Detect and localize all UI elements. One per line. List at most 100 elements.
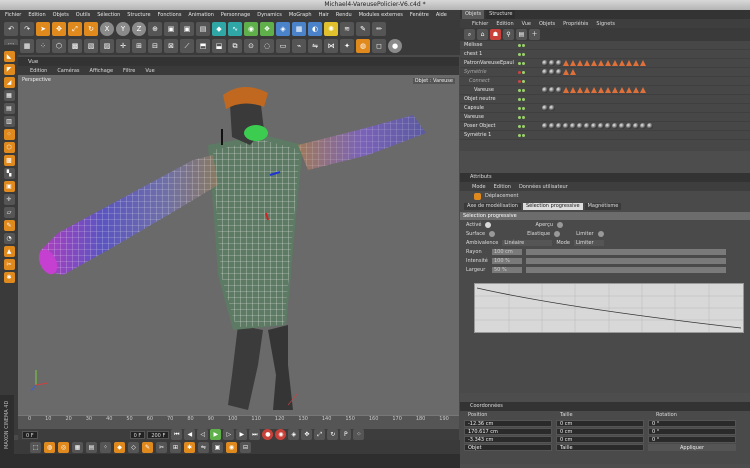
menu-item-12[interactable]: Rendu <box>336 12 352 18</box>
keyframe-selection-icon[interactable]: ◈ <box>288 429 300 440</box>
size-mode-select[interactable]: Taille <box>556 443 644 451</box>
material-tag-icon[interactable] <box>549 105 555 111</box>
warning-tag-icon[interactable] <box>584 87 590 93</box>
axis-tool-icon[interactable]: ✛ <box>3 194 15 205</box>
object-row[interactable]: PatronVareuseEpaul <box>460 59 750 68</box>
mode-select[interactable]: Limiter <box>573 239 604 246</box>
om-new-icon[interactable]: ＋ <box>529 29 540 40</box>
material-tag-icon[interactable] <box>647 123 653 129</box>
menu-item-14[interactable]: Fenêtre <box>410 12 429 18</box>
warning-tag-icon[interactable] <box>563 60 569 66</box>
array-icon[interactable]: ❖ <box>260 21 274 36</box>
warning-tag-icon[interactable] <box>577 87 583 93</box>
menu-item-8[interactable]: Personnage <box>221 12 250 18</box>
material-tag-icon[interactable] <box>556 60 562 66</box>
points-tool-icon[interactable]: ⁘ <box>3 129 15 140</box>
visibility-dots[interactable] <box>518 43 532 47</box>
pla-key-icon[interactable]: ⁘ <box>353 429 365 440</box>
polys-tool-icon[interactable]: ▩ <box>3 155 15 166</box>
extrude-icon[interactable]: ⬒ <box>196 39 210 53</box>
editor-visibility-dot[interactable] <box>518 70 521 74</box>
timeline[interactable]: 0 10 20 30 40 50 60 70 80 90 100 110 120 130 140 150 160… <box>18 415 459 429</box>
magnet-icon[interactable]: ⊠ <box>164 39 178 53</box>
rotation-field[interactable]: 0 ° <box>648 419 736 427</box>
end-frame-field[interactable]: 200 F <box>147 430 170 439</box>
menu-item-6[interactable]: Fonctions <box>158 12 182 18</box>
editor-visibility-dot[interactable] <box>518 79 521 83</box>
material-tag-icon[interactable] <box>605 123 611 129</box>
warning-tag-icon[interactable] <box>633 60 639 66</box>
object-row[interactable]: Mélisse <box>460 41 750 50</box>
material-tag-icon[interactable] <box>619 123 625 129</box>
animation-mode-icon[interactable]: ◢ <box>3 77 15 88</box>
elastic-checkbox[interactable] <box>554 230 561 237</box>
position-field[interactable]: -3.343 cm <box>464 435 552 443</box>
object-row[interactable]: Connect <box>460 77 750 86</box>
view-2-icon[interactable]: ▤ <box>3 103 15 114</box>
warning-tag-icon[interactable] <box>619 60 625 66</box>
visibility-dots[interactable] <box>518 115 532 119</box>
editor-visibility-dot[interactable] <box>518 97 521 101</box>
tool-j-icon[interactable]: ✂ <box>156 441 167 453</box>
menu-item-13[interactable]: Modules externes <box>359 12 403 18</box>
tool-o-icon[interactable]: ◉ <box>226 441 237 453</box>
brush-icon[interactable]: ⌁ <box>292 39 306 53</box>
record-key-icon[interactable]: ● <box>262 429 274 440</box>
material-tag-icon[interactable] <box>633 123 639 129</box>
attr-tab-1[interactable]: Sélection progressive <box>522 203 583 210</box>
start-frame-field[interactable]: 0 F <box>129 430 146 439</box>
editor-visibility-dot[interactable] <box>518 115 521 119</box>
play-icon[interactable]: ▶ <box>210 429 222 440</box>
viewport-menu-item-0[interactable]: Edition <box>30 68 47 74</box>
object-row[interactable]: Symétrie <box>460 68 750 77</box>
material-tag-icon[interactable] <box>598 123 604 129</box>
om-menu-item-2[interactable]: Vue <box>522 21 531 27</box>
strength-slider[interactable] <box>526 257 726 264</box>
warning-tag-icon[interactable] <box>626 60 632 66</box>
position-field[interactable]: -12.36 cm <box>464 419 552 427</box>
editor-visibility-dot[interactable] <box>518 61 521 65</box>
active-checkbox[interactable] <box>485 221 492 228</box>
menu-item-0[interactable]: Fichier <box>5 12 21 18</box>
menu-item-10[interactable]: MoGraph <box>289 12 312 18</box>
attr-menu-item-2[interactable]: Données utilisateur <box>519 184 568 190</box>
viewport-menu-item-2[interactable]: Affichage <box>90 68 114 74</box>
render-visibility-dot[interactable] <box>522 88 525 92</box>
menu-item-5[interactable]: Structure <box>127 12 150 18</box>
coordinate-system-icon[interactable]: ⊕ <box>148 21 162 36</box>
editor-visibility-dot[interactable] <box>518 133 521 137</box>
editor-visibility-dot[interactable] <box>518 106 521 110</box>
visibility-dots[interactable] <box>518 88 532 92</box>
falloff-curve-graph[interactable] <box>474 283 744 333</box>
object-row[interactable]: Vareuse <box>460 113 750 122</box>
material-tag-icon[interactable] <box>549 123 555 129</box>
points-mode-icon[interactable]: ⁘ <box>36 39 50 53</box>
warning-tag-icon[interactable] <box>619 87 625 93</box>
autokey-icon[interactable]: ◉ <box>275 429 287 440</box>
tool-n-icon[interactable]: ▣ <box>212 441 223 453</box>
visibility-dots[interactable] <box>518 133 532 137</box>
apply-button[interactable]: Appliquer <box>648 443 736 451</box>
render-settings-icon[interactable]: ▤ <box>196 21 210 36</box>
cube-primitive-icon[interactable]: ◆ <box>212 21 226 36</box>
material-tag-icon[interactable] <box>542 69 548 75</box>
undo-icon[interactable]: ↶ <box>4 21 18 36</box>
render-region-icon[interactable]: ◻ <box>372 39 386 53</box>
tool-m-icon[interactable]: ⇋ <box>198 441 209 453</box>
size-field[interactable]: 0 cm <box>556 427 644 435</box>
tweak-mode-icon[interactable]: ⊞ <box>132 39 146 53</box>
width-slider[interactable] <box>526 266 726 273</box>
visibility-dots[interactable] <box>518 97 532 101</box>
material-tag-icon[interactable] <box>556 69 562 75</box>
tool-e-icon[interactable]: ▤ <box>86 441 97 453</box>
current-frame-field[interactable]: 0 F <box>22 430 38 439</box>
render-visibility-dot[interactable] <box>522 115 525 119</box>
checker-icon[interactable]: ▚ <box>3 168 15 179</box>
camera-icon[interactable]: ◐ <box>308 21 322 36</box>
z-axis-icon[interactable]: Z <box>132 21 146 36</box>
prev-frame-icon[interactable]: ◁ <box>197 429 209 440</box>
render-view-icon[interactable]: ▣ <box>164 21 178 36</box>
warning-tag-icon[interactable] <box>612 60 618 66</box>
warning-tag-icon[interactable] <box>577 60 583 66</box>
warning-tag-icon[interactable] <box>591 87 597 93</box>
